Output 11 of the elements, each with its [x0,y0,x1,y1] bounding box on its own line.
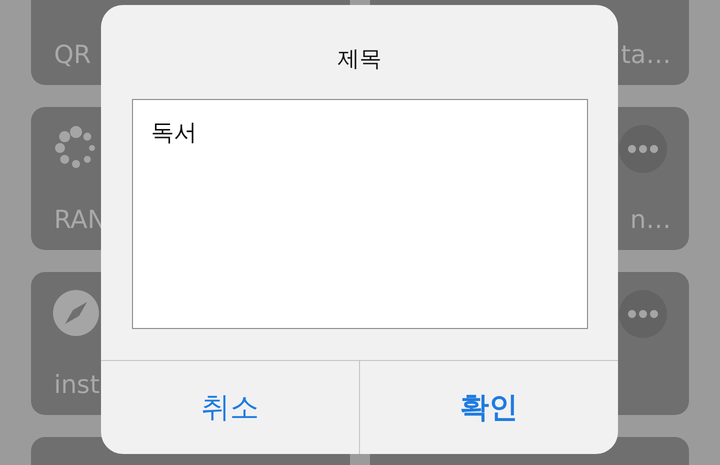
dialog-title: 제목 [338,47,382,74]
input-field[interactable]: 독서 [132,99,588,330]
more-icon [619,125,667,173]
tile-label: inst [54,372,100,397]
confirm-button[interactable]: 확인 [359,361,618,454]
tile-label: n… [630,207,671,232]
tile-label: QR [54,42,92,67]
cancel-button[interactable]: 취소 [101,361,359,454]
compass-icon [53,290,99,336]
tile-label: ta… [620,42,671,67]
more-icon [619,290,667,338]
